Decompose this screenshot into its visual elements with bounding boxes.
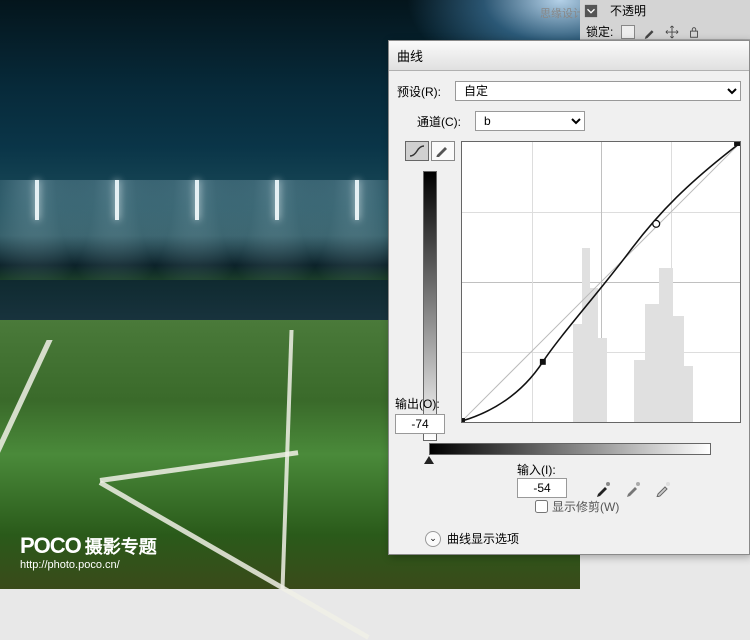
opacity-label: 不透明 <box>610 2 646 19</box>
output-value-field[interactable] <box>395 414 445 434</box>
channel-select[interactable]: b <box>475 111 585 131</box>
curve-svg <box>462 142 740 422</box>
input-group: 输入(I): 显示修剪(W) <box>517 461 741 516</box>
channel-row: 通道(C): b <box>397 111 741 131</box>
panel-toggle-icon[interactable] <box>584 4 598 18</box>
lock-all-icon[interactable] <box>687 25 701 39</box>
output-label: 输出(O): <box>395 395 445 412</box>
watermark-bottom: POCO摄影专题 http://photo.poco.cn/ <box>20 533 157 571</box>
gray-point-eyedropper-icon[interactable] <box>624 478 644 498</box>
preset-select[interactable]: 自定 <box>455 81 741 101</box>
input-value-field[interactable] <box>517 478 567 498</box>
show-clipping-label: 显示修剪(W) <box>552 498 619 515</box>
output-group: 输出(O): <box>395 395 445 434</box>
preset-row: 预设(R): 自定 <box>397 81 741 101</box>
chevron-down-icon: ⌄ <box>425 531 441 547</box>
lock-transparency-icon[interactable] <box>621 25 635 39</box>
brand-url: http://photo.poco.cn/ <box>20 559 157 571</box>
show-clipping-input[interactable] <box>535 500 548 513</box>
input-label: 输入(I): <box>517 463 556 477</box>
dialog-title: 曲线 <box>389 41 749 71</box>
disclosure-label: 曲线显示选项 <box>447 530 519 547</box>
brand-logo: POCO <box>20 533 81 558</box>
brand-text: 摄影专题 <box>85 537 157 557</box>
input-ramp[interactable] <box>429 443 711 455</box>
preset-label: 预设(R): <box>397 83 455 100</box>
lock-label: 锁定: <box>586 23 613 40</box>
show-clipping-checkbox[interactable]: 显示修剪(W) <box>535 498 619 515</box>
curve-display-options[interactable]: ⌄ 曲线显示选项 <box>425 530 741 547</box>
pencil-mode-button[interactable] <box>431 141 455 161</box>
curve-mode-button[interactable] <box>405 141 429 161</box>
white-point-eyedropper-icon[interactable] <box>654 478 674 498</box>
app-options-bar: 不透明 锁定: <box>580 0 750 40</box>
lock-brush-icon[interactable] <box>643 25 657 39</box>
curves-dialog: 曲线 预设(R): 自定 通道(C): b <box>388 40 750 555</box>
curves-graph[interactable] <box>461 141 741 423</box>
black-point-eyedropper-icon[interactable] <box>594 478 614 498</box>
lock-move-icon[interactable] <box>665 25 679 39</box>
channel-label: 通道(C): <box>417 113 475 130</box>
